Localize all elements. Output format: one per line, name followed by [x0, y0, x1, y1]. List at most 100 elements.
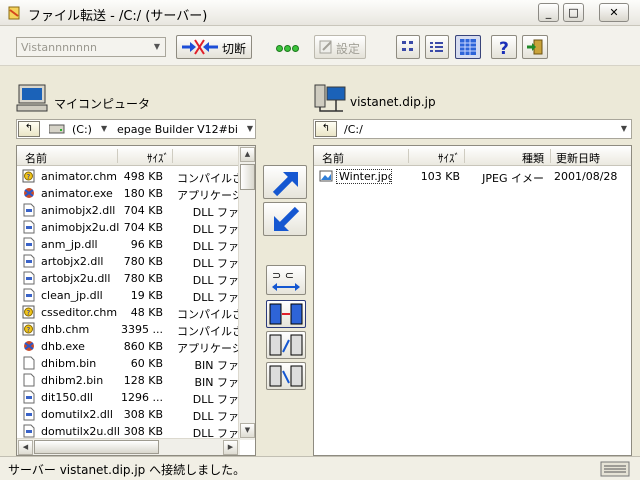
local-file-row[interactable]: domutilx2.dll 308 KB DLL ファ [17, 406, 255, 423]
local-file-row[interactable]: ? animator.chm 498 KB コンパイルさ [17, 168, 255, 185]
local-file-row[interactable]: clean_jp.dll 19 KB DLL ファ [17, 287, 255, 304]
title-bar: ファイル転送 - /C:/ (サーバー) _ □ ✕ [0, 0, 640, 26]
local-file-row[interactable]: animobjx2.dll 704 KB DLL ファ [17, 202, 255, 219]
blank-file-icon [23, 373, 35, 387]
file-type: コンパイルさ [177, 308, 239, 321]
list-view-button[interactable] [425, 35, 449, 59]
compare-button[interactable] [266, 300, 306, 328]
local-file-row[interactable]: artobjx2u.dll 780 KB DLL ファ [17, 270, 255, 287]
local-horizontal-scrollbar[interactable]: ◀ ▶ [17, 438, 240, 455]
profile-value: Vistannnnnnn [21, 41, 97, 54]
local-pane-title: マイコンピュータ [54, 97, 151, 111]
scroll-right-icon[interactable]: ▶ [223, 440, 238, 455]
local-file-row[interactable]: dhb.exe 860 KB アプリケーシ [17, 338, 255, 355]
large-icons-icon [402, 41, 413, 51]
file-name: clean_jp.dll [41, 289, 103, 302]
details-view-button[interactable] [455, 35, 481, 59]
local-file-row[interactable]: anm_jp.dll 96 KB DLL ファ [17, 236, 255, 253]
help-file-icon: ? [22, 322, 35, 336]
status-bar: サーバー vistanet.dip.jp へ接続しました。 [0, 456, 640, 480]
remote-file-list[interactable]: 名前 ｻｲｽﾞ 種類 更新日時 Winter.jpg 103 KB JPEG イメー… [313, 145, 632, 456]
local-file-row[interactable]: ? csseditor.chm 48 KB コンパイルさ [17, 304, 255, 321]
local-drive-label: (C:) [72, 123, 92, 136]
local-file-row[interactable]: artobjx2.dll 780 KB DLL ファ [17, 253, 255, 270]
local-file-row[interactable]: animobjx2u.dll 704 KB DLL ファ [17, 219, 255, 236]
dll-file-icon [23, 237, 35, 251]
file-type: DLL ファ [192, 223, 239, 236]
remote-path-select[interactable]: ↰ /C:/ ▼ [313, 119, 632, 139]
svg-text:?: ? [499, 39, 509, 56]
file-name: animobjx2.dll [41, 204, 116, 217]
file-type: BIN ファ [194, 376, 239, 389]
local-vertical-scrollbar[interactable]: ▲ ▼ [238, 146, 255, 440]
settings-button[interactable]: 設定 [314, 35, 366, 59]
file-size: 498 KB [123, 170, 163, 183]
file-name: domutilx2u.dll [41, 425, 119, 438]
download-button[interactable] [263, 202, 307, 236]
local-file-row[interactable]: dit150.dll 1296 ... DLL ファ [17, 389, 255, 406]
settings-icon [319, 40, 332, 54]
scroll-left-icon[interactable]: ◀ [18, 440, 33, 455]
remote-col-size-header[interactable]: ｻｲｽﾞ [414, 150, 460, 166]
profile-select[interactable]: Vistannnnnnn ▼ [16, 37, 166, 57]
sync-button[interactable]: ⊃ ⊂ [266, 265, 306, 295]
scroll-down-icon[interactable]: ▼ [240, 423, 255, 438]
dll-file-icon [23, 220, 35, 234]
file-type: コンパイルさ [177, 325, 239, 338]
file-name: csseditor.chm [41, 306, 118, 319]
upload-button[interactable] [263, 165, 307, 199]
remote-list-header: 名前 ｻｲｽﾞ 種類 更新日時 [314, 146, 631, 166]
scroll-thumb[interactable] [240, 164, 255, 190]
drive-chevron-down-icon: ▼ [101, 124, 108, 133]
minimize-button[interactable]: _ [538, 3, 559, 22]
details-view-icon [460, 39, 476, 55]
local-file-row[interactable]: dhibm2.bin 128 KB BIN ファ [17, 372, 255, 389]
file-name: dhb.exe [41, 340, 85, 353]
remote-file-row[interactable]: Winter.jpg 103 KB JPEG イメー 2001/08/28 [314, 168, 631, 185]
file-type: DLL ファ [192, 240, 239, 253]
file-name: artobjx2u.dll [41, 272, 111, 285]
file-size: 308 KB [123, 425, 163, 438]
local-file-row[interactable]: dhibm.bin 60 KB BIN ファ [17, 355, 255, 372]
svg-text:?: ? [27, 309, 31, 317]
local-file-list[interactable]: 名前 ｻｲｽﾞ ? animator.chm 498 KB コンパイルさ animato… [16, 145, 256, 456]
file-type: アプリケーシ [177, 342, 239, 355]
disconnect-button[interactable]: 切断 [176, 35, 252, 59]
mirror-upload-button[interactable] [266, 331, 306, 359]
exit-button[interactable] [522, 35, 548, 59]
list-view-icon [430, 42, 443, 52]
remote-file-size: 103 KB [420, 170, 460, 183]
maximize-button[interactable]: □ [563, 3, 584, 22]
scroll-up-icon[interactable]: ▲ [240, 147, 255, 162]
file-name: dit150.dll [41, 391, 93, 404]
close-button[interactable]: ✕ [599, 3, 629, 22]
hscroll-thumb[interactable] [34, 440, 159, 454]
local-path-select[interactable]: ↰ (C:) ▼ epage Builder V12#bin¥ ▼ [16, 119, 256, 139]
remote-col-type-header[interactable]: 種類 [514, 150, 544, 166]
remote-file-date: 2001/08/28 [554, 170, 618, 183]
file-size: 1296 ... [121, 391, 163, 404]
large-icon-view-button[interactable] [396, 35, 420, 59]
dll-file-icon [23, 271, 35, 285]
file-name: domutilx2.dll [41, 408, 113, 421]
sync-icon: ⊃ ⊂ [272, 269, 300, 291]
remote-up-folder-button[interactable]: ↰ [315, 121, 337, 137]
local-up-folder-button[interactable]: ↰ [18, 121, 40, 137]
help-button[interactable]: ? [491, 35, 517, 59]
mirror-download-button[interactable] [266, 362, 306, 390]
svg-text:⊃ ⊂: ⊃ ⊂ [272, 269, 294, 282]
file-size: 3395 ... [121, 323, 163, 336]
col-name-header[interactable]: 名前 [25, 150, 47, 166]
exit-door-icon [527, 39, 543, 55]
compare-files-icon [269, 303, 303, 325]
local-file-row[interactable]: animator.exe 180 KB アプリケーシ [17, 185, 255, 202]
col-size-header[interactable]: ｻｲｽﾞ [121, 150, 169, 166]
local-file-row[interactable]: ? dhb.chm 3395 ... コンパイルさ [17, 321, 255, 338]
remote-col-date-header[interactable]: 更新日時 [556, 150, 600, 166]
blank-file-icon [23, 356, 35, 370]
file-size: 19 KB [130, 289, 163, 302]
file-size: 96 KB [130, 238, 163, 251]
remote-col-name-header[interactable]: 名前 [322, 150, 344, 166]
file-name: animator.chm [41, 170, 118, 183]
chevron-down-icon: ▼ [153, 42, 161, 51]
